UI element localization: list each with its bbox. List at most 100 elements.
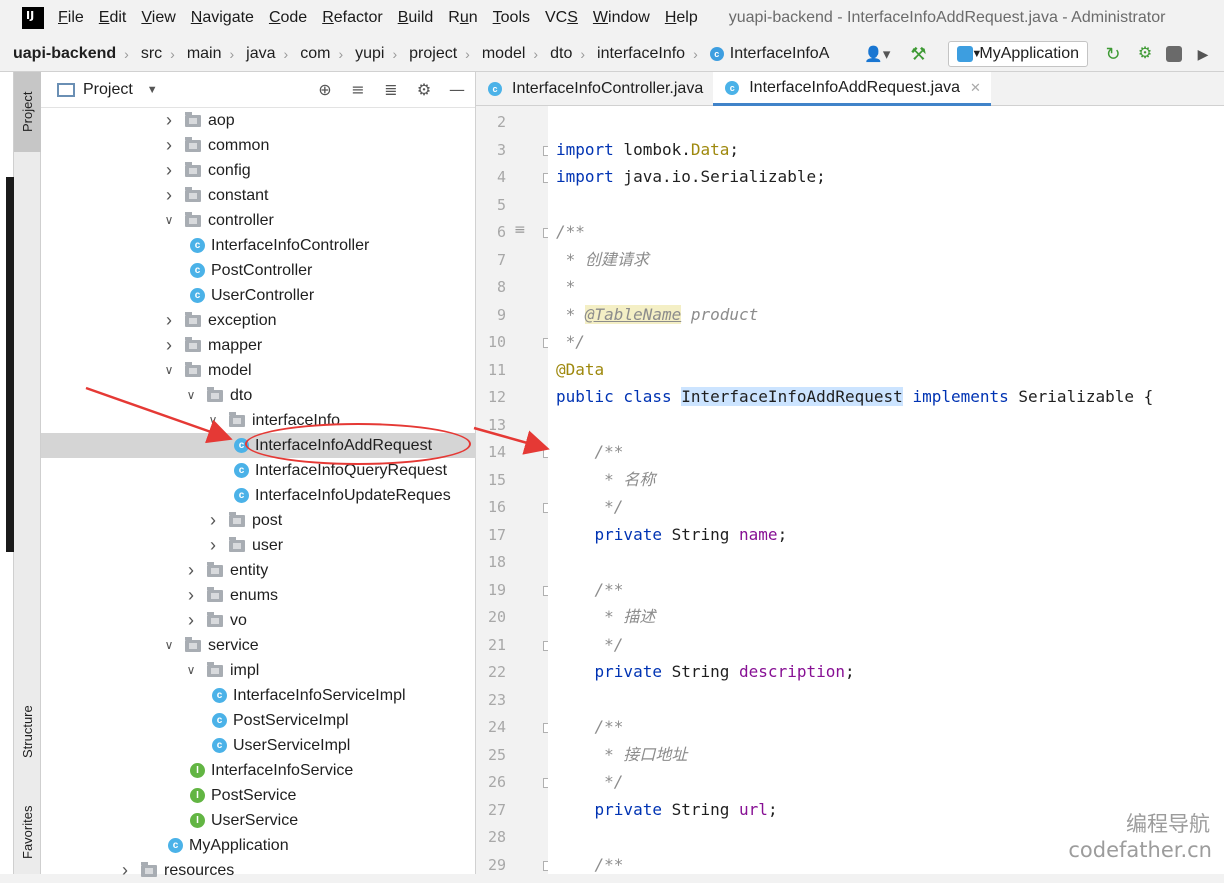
chevron-down-icon[interactable]: ∨ [185,383,197,408]
menu-vcs[interactable]: VCS [545,9,578,27]
code-line: /** [556,222,585,241]
tree-item-enums[interactable]: › enums [41,583,476,608]
chevron-right-icon[interactable]: › [207,508,219,533]
tree-item-dto[interactable]: ∨ dto [41,383,476,408]
chevron-down-icon[interactable]: ∨ [185,658,197,683]
chevron-right-icon[interactable]: › [163,133,175,158]
tree-item-myapplication[interactable]: c MyApplication [41,833,476,858]
tab-project-tool-window[interactable]: Project [14,72,41,152]
menu-navigate[interactable]: Navigate [191,9,254,27]
project-panel-title[interactable]: Project [83,81,133,99]
tree-item-constant[interactable]: › constant [41,183,476,208]
coverage-icon[interactable] [1166,46,1182,62]
breadcrumb-item[interactable]: yupi [343,45,384,63]
chevron-down-icon[interactable]: ∨ [163,633,175,658]
tree-item-postserviceimpl[interactable]: c PostServiceImpl [41,708,476,733]
breadcrumb-item[interactable]: java [234,45,275,63]
code-line: * 创建请求 [556,249,649,269]
chevron-right-icon[interactable]: › [163,333,175,358]
tree-item-aop[interactable]: › aop [41,108,476,133]
tree-item-interfaceinfoupdatereques[interactable]: c InterfaceInfoUpdateReques [41,483,476,508]
breadcrumb-item[interactable]: InterfaceInfoA [730,45,830,63]
tree-item-post[interactable]: › post [41,508,476,533]
tree-item-mapper[interactable]: › mapper [41,333,476,358]
doc-render-icon[interactable]: ≡ [514,222,526,238]
chevron-right-icon[interactable]: › [163,108,175,133]
breadcrumb-item[interactable]: com [288,45,330,63]
run-config-dropdown[interactable]: MyApplication ▼ [948,41,1088,67]
tree-item-postcontroller[interactable]: c PostController [41,258,476,283]
menu-refactor[interactable]: Refactor [322,9,382,27]
chevron-right-icon[interactable]: › [119,858,131,883]
line-number: 20 [487,608,506,626]
folder-icon [185,112,201,127]
chevron-down-icon[interactable]: ▼ [147,84,158,96]
tree-item-model[interactable]: ∨ model [41,358,476,383]
breadcrumb-item[interactable]: dto [538,45,572,63]
chevron-right-icon[interactable]: › [185,608,197,633]
editor-tab[interactable]: c InterfaceInfoAddRequest.java ✕ [713,72,991,106]
tree-item-exception[interactable]: › exception [41,308,476,333]
tree-item-postservice[interactable]: I PostService [41,783,476,808]
breadcrumb-item[interactable]: src [129,45,162,63]
menu-window[interactable]: Window [593,9,650,27]
build-hammer-icon[interactable]: ⚒ [910,44,930,64]
menu-file[interactable]: File [58,9,84,27]
tree-item-impl[interactable]: ∨ impl [41,658,476,683]
breadcrumb-item[interactable]: interfaceInfo [585,45,685,63]
tree-item-config[interactable]: › config [41,158,476,183]
folder-icon [185,337,201,352]
rerun-icon[interactable]: ↻ [1102,43,1124,65]
expand-all-icon[interactable]: ≡ [348,80,368,100]
tree-item-userserviceimpl[interactable]: c UserServiceImpl [41,733,476,758]
breadcrumb-item[interactable]: uapi-backend [0,45,116,63]
collapse-all-icon[interactable]: ≣ [381,80,401,100]
breadcrumb-item[interactable]: project [397,45,457,63]
editor-tab[interactable]: c InterfaceInfoController.java [476,72,713,106]
chevron-right-icon[interactable]: › [163,183,175,208]
breadcrumb-item[interactable]: main [175,45,222,63]
line-number: 8 [496,278,506,296]
profile-icon[interactable]: ▶ [1192,43,1214,65]
close-icon[interactable]: ✕ [970,80,981,96]
chevron-right-icon[interactable]: › [163,158,175,183]
tree-item-vo[interactable]: › vo [41,608,476,633]
breadcrumb-item[interactable]: model [470,45,526,63]
code-line: import lombok.Data; [556,139,740,159]
locate-target-icon[interactable]: ⊕ [315,80,335,100]
tree-item-interfaceinfoservice[interactable]: I InterfaceInfoService [41,758,476,783]
tree-item-entity[interactable]: › entity [41,558,476,583]
chevron-right-icon[interactable]: › [185,558,197,583]
tree-item-interfaceinfoserviceimpl[interactable]: c InterfaceInfoServiceImpl [41,683,476,708]
menu-help[interactable]: Help [665,9,698,27]
menu-build[interactable]: Build [398,9,434,27]
menu-code[interactable]: Code [269,9,307,27]
tree-item-service[interactable]: ∨ service [41,633,476,658]
tree-item-label: entity [230,562,269,579]
hide-panel-icon[interactable]: — [447,80,467,100]
gear-icon[interactable]: ⚙ [414,80,434,100]
menu-view[interactable]: View [141,9,175,27]
tree-item-userservice[interactable]: I UserService [41,808,476,833]
debug-bug-icon[interactable]: ⚙ [1134,43,1156,65]
breadcrumb-separator-icon: › [465,45,470,62]
chevron-right-icon[interactable]: › [207,533,219,558]
menu-tools[interactable]: Tools [493,9,530,27]
chevron-right-icon[interactable]: › [163,308,175,333]
tree-item-usercontroller[interactable]: c UserController [41,283,476,308]
chevron-down-icon[interactable]: ∨ [163,358,175,383]
chevron-down-icon[interactable]: ∨ [207,408,219,433]
tab-favorites-tool-window[interactable]: Favorites [14,792,41,872]
menu-edit[interactable]: Edit [99,9,127,27]
tree-item-interfaceinfocontroller[interactable]: c InterfaceInfoController [41,233,476,258]
tab-structure-tool-window[interactable]: Structure [14,687,41,777]
menu-run[interactable]: Run [448,9,477,27]
chevron-right-icon[interactable]: › [185,583,197,608]
vcs-user-icon[interactable]: 👤▾ [864,45,890,63]
tree-item-user[interactable]: › user [41,533,476,558]
chevron-down-icon[interactable]: ∨ [163,208,175,233]
tree-item-controller[interactable]: ∨ controller [41,208,476,233]
tree-item-common[interactable]: › common [41,133,476,158]
code-view[interactable]: import lombok.Data; import java.io.Serial… [548,106,1224,874]
tree-item-resources[interactable]: › resources [41,858,476,883]
